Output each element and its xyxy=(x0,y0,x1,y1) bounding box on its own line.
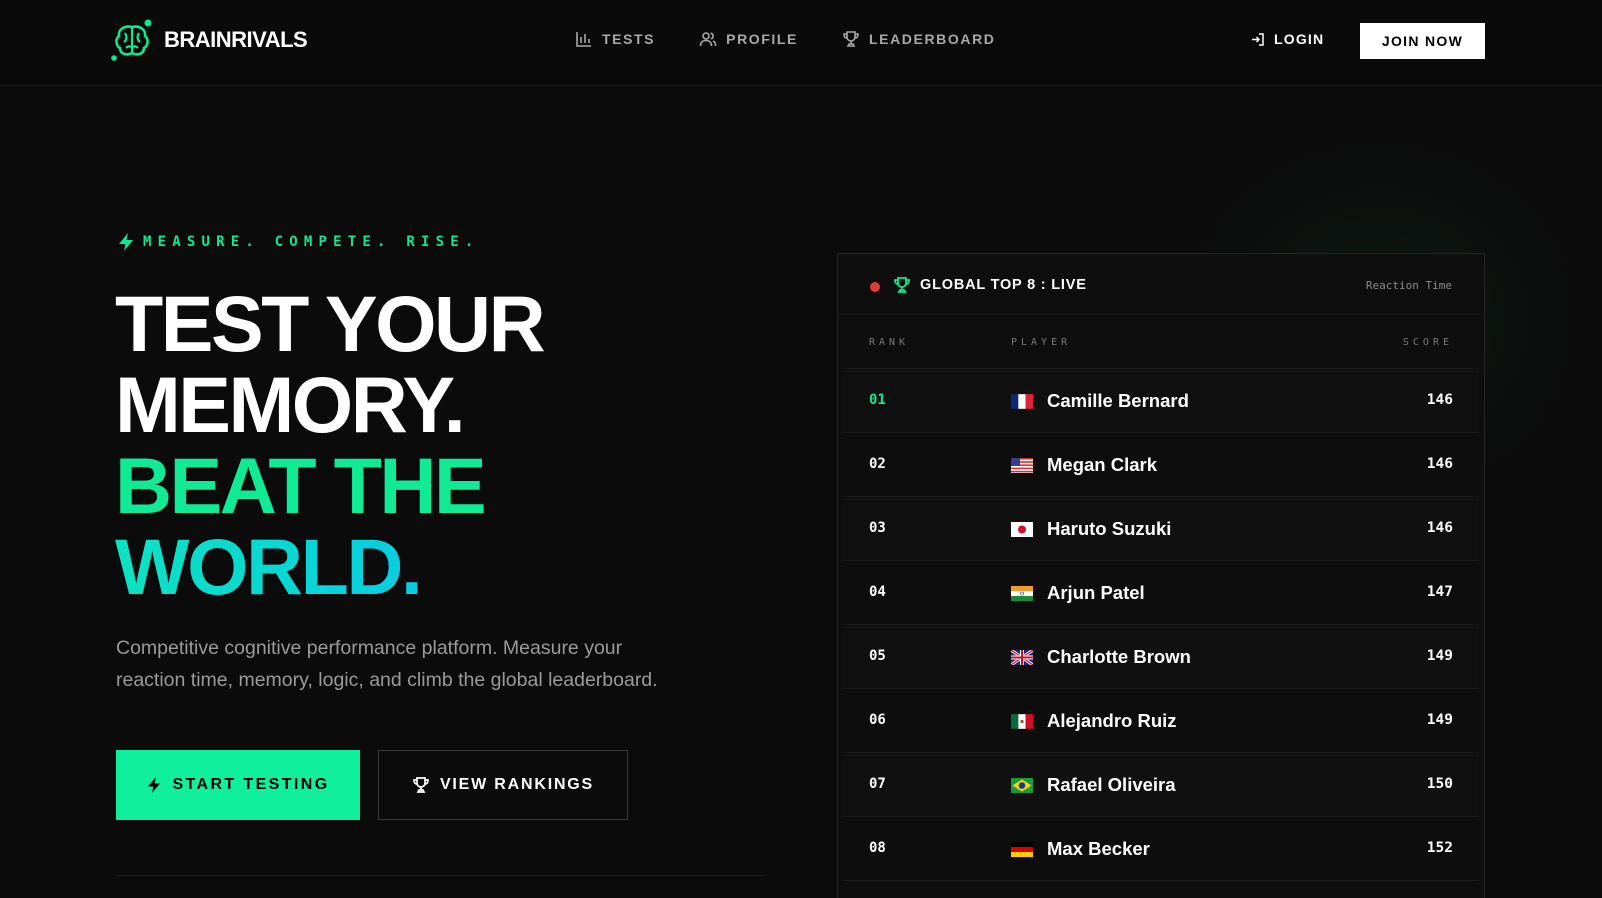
login-label: LOGIN xyxy=(1274,31,1325,47)
nav-profile[interactable]: PROFILE xyxy=(699,30,798,48)
flag-us-icon xyxy=(1011,458,1033,473)
flag-jp-icon xyxy=(1011,522,1033,537)
row-player-name: Rafael Oliveira xyxy=(1047,774,1176,795)
hero-description: Competitive cognitive performance platfo… xyxy=(116,637,658,691)
hero-tagline: MEASURE. COMPETE. RISE. xyxy=(117,232,479,252)
leaderboard-row[interactable]: 08 Max Becker 152 xyxy=(843,817,1479,881)
live-indicator xyxy=(870,282,880,292)
headline-line-1: TEST YOUR xyxy=(115,279,546,368)
leaderboard-columns: RANK PLAYER SCORE xyxy=(843,315,1479,369)
brand-name: BRAINRIVALS xyxy=(164,27,308,52)
row-score: 146 xyxy=(1426,456,1453,472)
row-score: 149 xyxy=(1426,712,1453,728)
row-rank: 06 xyxy=(869,712,886,728)
leaderboard-title: GLOBAL TOP 8 : LIVE xyxy=(920,277,1087,293)
users-icon xyxy=(699,32,717,47)
flag-gb-icon xyxy=(1011,650,1033,665)
brand-logo[interactable]: BRAINRIVALS xyxy=(110,18,308,62)
lightning-icon xyxy=(119,233,133,251)
leaderboard-row[interactable]: 06 Alejandro Ruiz 149 xyxy=(843,689,1479,753)
trophy-icon xyxy=(413,777,429,793)
divider xyxy=(116,875,766,876)
nav-leaderboard[interactable]: LEADERBOARD xyxy=(842,30,996,48)
brain-icon xyxy=(111,19,152,61)
flag-br-icon xyxy=(1011,778,1033,793)
nav-links: TESTS PROFILE LEADERBOARD xyxy=(575,30,996,48)
nav-profile-label: PROFILE xyxy=(726,31,798,47)
row-rank: 02 xyxy=(869,456,886,472)
row-rank: 01 xyxy=(869,392,886,408)
bar-chart-icon xyxy=(576,32,591,47)
row-player-name: Max Becker xyxy=(1047,838,1150,859)
row-player-name: Megan Clark xyxy=(1047,454,1158,475)
row-rank: 05 xyxy=(869,648,886,664)
headline-line-2: MEMORY. xyxy=(115,360,466,449)
headline-line-3: BEAT THE xyxy=(115,441,487,530)
login-icon xyxy=(1252,32,1264,46)
leaderboard-row[interactable]: 07 Rafael Oliveira 150 xyxy=(843,753,1479,817)
column-score: SCORE xyxy=(1402,337,1453,348)
nav-tests-label: TESTS xyxy=(602,31,656,47)
leaderboard-row[interactable]: 02 Megan Clark 146 xyxy=(843,433,1479,497)
row-rank: 08 xyxy=(869,840,886,856)
column-player: PLAYER xyxy=(1011,337,1072,348)
flag-fr-icon xyxy=(1011,394,1033,409)
start-testing-label: START TESTING xyxy=(172,776,330,793)
row-score: 150 xyxy=(1426,776,1453,792)
row-score: 149 xyxy=(1426,648,1453,664)
row-player-name: Haruto Suzuki xyxy=(1047,518,1172,539)
column-rank: RANK xyxy=(869,337,910,348)
leaderboard-rows: 01 Camille Bernard 146 02 Megan Clark 146 03 Ha… xyxy=(838,369,1484,881)
tagline-text: MEASURE. COMPETE. RISE. xyxy=(143,234,480,250)
nav-tests[interactable]: TESTS xyxy=(575,30,655,48)
leaderboard-metric: Reaction Time xyxy=(1365,279,1452,292)
join-now-button[interactable]: JOIN NOW xyxy=(1360,23,1485,59)
login-link[interactable]: LOGIN xyxy=(1250,31,1324,47)
row-player-name: Charlotte Brown xyxy=(1047,646,1191,667)
hero-headline: TEST YOUR MEMORY. BEAT THE WORLD. xyxy=(115,279,546,607)
row-score: 146 xyxy=(1426,520,1453,536)
flag-de-icon xyxy=(1011,842,1033,857)
row-rank: 03 xyxy=(869,520,886,536)
row-player-name: Arjun Patel xyxy=(1047,582,1145,603)
row-score: 146 xyxy=(1426,392,1453,408)
headline-line-4: WORLD. xyxy=(115,526,543,607)
top-nav: BRAINRIVALS TESTS PROFILE LEADERBOARD LO… xyxy=(0,0,1602,86)
view-rankings-label: VIEW RANKINGS xyxy=(439,776,595,793)
view-rankings-button[interactable]: VIEW RANKINGS xyxy=(378,750,628,820)
row-score: 147 xyxy=(1426,584,1453,600)
start-testing-button[interactable]: START TESTING xyxy=(116,750,360,820)
row-rank: 07 xyxy=(869,776,886,792)
leaderboard-card: GLOBAL TOP 8 : LIVE Reaction Time RANK P… xyxy=(837,253,1485,898)
leaderboard-row[interactable]: 01 Camille Bernard 146 xyxy=(843,369,1479,433)
row-player-name: Alejandro Ruiz xyxy=(1047,710,1177,731)
row-rank: 04 xyxy=(869,584,886,600)
row-player-name: Camille Bernard xyxy=(1047,390,1189,411)
leaderboard-header: GLOBAL TOP 8 : LIVE Reaction Time xyxy=(838,254,1484,315)
flag-in-icon xyxy=(1011,586,1033,601)
leaderboard-row[interactable]: 04 Arjun Patel 147 xyxy=(843,561,1479,625)
leaderboard-row[interactable]: 03 Haruto Suzuki 146 xyxy=(843,497,1479,561)
trophy-icon xyxy=(843,31,859,47)
lightning-icon xyxy=(148,777,161,793)
row-score: 152 xyxy=(1426,840,1453,856)
nav-leaderboard-label: LEADERBOARD xyxy=(869,31,996,47)
leaderboard-row[interactable]: 05 Charlotte Brown 149 xyxy=(843,625,1479,689)
flag-mx-icon xyxy=(1011,714,1033,729)
trophy-icon xyxy=(894,277,910,293)
